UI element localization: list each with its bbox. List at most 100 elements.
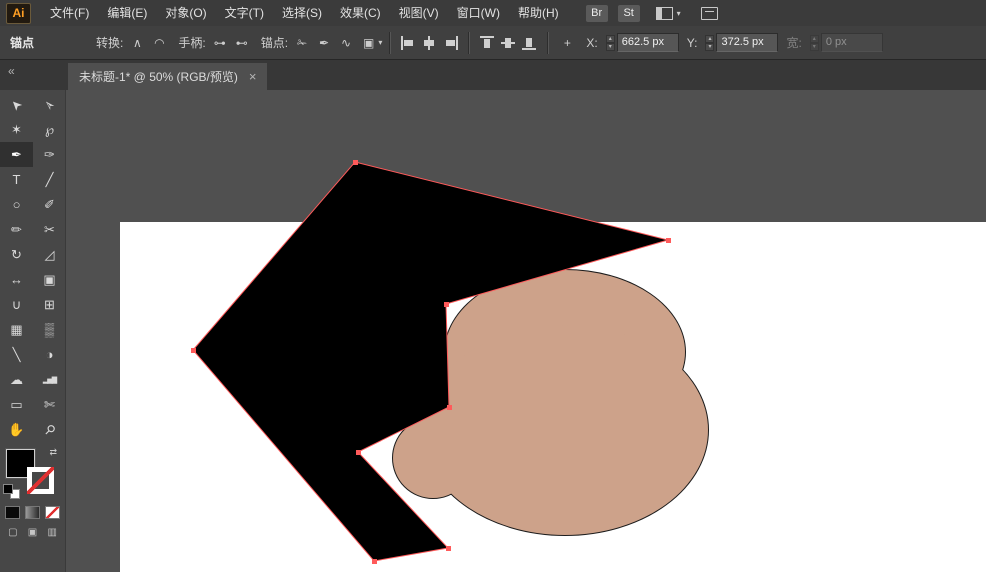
document-tab[interactable]: 未标题-1* @ 50% (RGB/预览) ×: [68, 63, 267, 90]
align-top-button[interactable]: [479, 35, 496, 51]
anchor-point[interactable]: [191, 348, 196, 353]
head-face-fill: [422, 325, 708, 535]
convert-corner-button[interactable]: ∧: [126, 33, 148, 53]
column-graph-tool[interactable]: ▂▅▇: [33, 367, 66, 392]
anchor-point[interactable]: [444, 302, 449, 307]
type-tool[interactable]: T: [0, 167, 33, 192]
menu-file[interactable]: 文件(F): [41, 0, 98, 26]
chevron-down-icon[interactable]: ▾: [677, 9, 681, 18]
artboard-tool[interactable]: ▭: [0, 392, 33, 417]
shape-builder-tool[interactable]: ∪: [0, 292, 33, 317]
line-segment-tool[interactable]: ╱: [33, 167, 66, 192]
perspective-grid-tool[interactable]: ⊞: [33, 292, 66, 317]
gradient-button[interactable]: [25, 506, 40, 519]
menu-object[interactable]: 对象(O): [156, 0, 215, 26]
eyedropper-tool[interactable]: ╲: [0, 342, 33, 367]
draw-inside-button[interactable]: ▥: [44, 525, 60, 539]
width-tool[interactable]: ↔: [0, 267, 33, 292]
swap-fill-stroke-icon[interactable]: ⇄: [49, 447, 57, 458]
align-bottom-button[interactable]: [521, 35, 538, 51]
mesh-tool[interactable]: ▦: [0, 317, 33, 342]
illustrator-window: Ai 文件(F) 编辑(E) 对象(O) 文字(T) 选择(S) 效果(C) 视…: [0, 0, 986, 572]
stroke-swatch[interactable]: [27, 467, 54, 494]
canvas[interactable]: [66, 90, 986, 572]
align-middle-vertical-button[interactable]: [500, 35, 517, 51]
stock-button[interactable]: St: [618, 5, 640, 22]
shape-effect-icon: ▣: [363, 36, 374, 50]
shape-effect-dropdown[interactable]: ▣ ▾: [363, 36, 382, 50]
menu-type[interactable]: 文字(T): [216, 0, 273, 26]
y-position-field[interactable]: 372.5 px: [716, 33, 778, 52]
show-handles-button[interactable]: ⊶: [209, 33, 231, 53]
draw-mode-row: ▢ ▣ ▥: [0, 521, 65, 543]
x-stepper[interactable]: ▴ ▾: [606, 35, 615, 51]
stepper-up-icon[interactable]: ▴: [705, 35, 714, 43]
convert-smooth-button[interactable]: ◠: [148, 33, 170, 53]
rotate-tool[interactable]: ↻: [0, 242, 33, 267]
hide-handles-button[interactable]: ⊷: [231, 33, 253, 53]
gradient-tool[interactable]: ▒: [33, 317, 66, 342]
bridge-button[interactable]: Br: [586, 5, 608, 22]
cut-path-icon: ✁: [297, 36, 307, 50]
free-transform-tool-icon: ▣: [43, 272, 55, 288]
lasso-tool[interactable]: ℘: [33, 117, 66, 142]
scissors-tool[interactable]: ✂: [33, 217, 66, 242]
workspace-layout-icon[interactable]: [656, 7, 673, 20]
free-transform-tool[interactable]: ▣: [33, 267, 66, 292]
width-field: 0 px: [821, 33, 883, 52]
reference-point-button[interactable]: +: [556, 33, 578, 53]
handles-label: 手柄:: [178, 34, 205, 51]
zoom-tool[interactable]: ⚲: [33, 417, 66, 442]
document-tab-title: 未标题-1* @ 50% (RGB/预览): [79, 68, 238, 85]
remove-anchor-button[interactable]: ✒: [313, 33, 335, 53]
zoom-tool-icon: ⚲: [40, 420, 58, 438]
connect-endpoints-button[interactable]: ∿: [335, 33, 357, 53]
align-center-horizontal-button[interactable]: [421, 35, 438, 51]
anchor-point[interactable]: [447, 405, 452, 410]
ellipse-tool[interactable]: ○: [0, 192, 33, 217]
anchor-point[interactable]: [353, 160, 358, 165]
menu-edit[interactable]: 编辑(E): [98, 0, 156, 26]
y-stepper[interactable]: ▴ ▾: [705, 35, 714, 51]
default-fill-stroke-icon[interactable]: [3, 484, 20, 499]
close-tab-icon[interactable]: ×: [249, 69, 257, 84]
anchor-point[interactable]: [356, 450, 361, 455]
blend-tool[interactable]: ◑: [33, 342, 66, 367]
direct-selection-tool[interactable]: ➢: [33, 92, 66, 117]
slice-tool[interactable]: ✄: [33, 392, 66, 417]
document-tab-bar: « 未标题-1* @ 50% (RGB/预览) ×: [0, 60, 986, 90]
anchor-point[interactable]: [666, 238, 671, 243]
direct-selection-tool-icon: ➢: [40, 95, 59, 114]
magic-wand-tool[interactable]: ✶: [0, 117, 33, 142]
stepper-up-icon[interactable]: ▴: [606, 35, 615, 43]
paintbrush-tool[interactable]: ✐: [33, 192, 66, 217]
hand-tool[interactable]: ✋: [0, 417, 33, 442]
color-button[interactable]: [5, 506, 20, 519]
symbol-sprayer-tool[interactable]: ☁: [0, 367, 33, 392]
cut-path-button[interactable]: ✁: [291, 33, 313, 53]
draw-normal-button[interactable]: ▢: [5, 525, 21, 539]
align-right-button[interactable]: [442, 35, 459, 51]
pencil-tool[interactable]: ✏: [0, 217, 33, 242]
menu-help[interactable]: 帮助(H): [509, 0, 568, 26]
anchor-point[interactable]: [446, 546, 451, 551]
menu-view[interactable]: 视图(V): [390, 0, 448, 26]
anchor-point[interactable]: [372, 559, 377, 564]
none-button[interactable]: [45, 506, 60, 519]
menu-window[interactable]: 窗口(W): [448, 0, 509, 26]
type-tool-icon: T: [13, 172, 21, 187]
pen-tool[interactable]: ✒: [0, 142, 33, 167]
menu-select[interactable]: 选择(S): [273, 0, 331, 26]
x-position-field[interactable]: 662.5 px: [617, 33, 679, 52]
stepper-down-icon[interactable]: ▾: [606, 43, 615, 51]
collapse-panel-icon[interactable]: «: [8, 64, 15, 78]
screen-mode-icon[interactable]: [701, 7, 718, 20]
draw-behind-icon: ▣: [28, 527, 37, 538]
selection-tool[interactable]: ➤: [0, 92, 33, 117]
align-left-button[interactable]: [400, 35, 417, 51]
draw-behind-button[interactable]: ▣: [25, 525, 41, 539]
scale-tool[interactable]: ◿: [33, 242, 66, 267]
stepper-down-icon[interactable]: ▾: [705, 43, 714, 51]
curvature-tool[interactable]: ✑: [33, 142, 66, 167]
menu-effect[interactable]: 效果(C): [331, 0, 390, 26]
